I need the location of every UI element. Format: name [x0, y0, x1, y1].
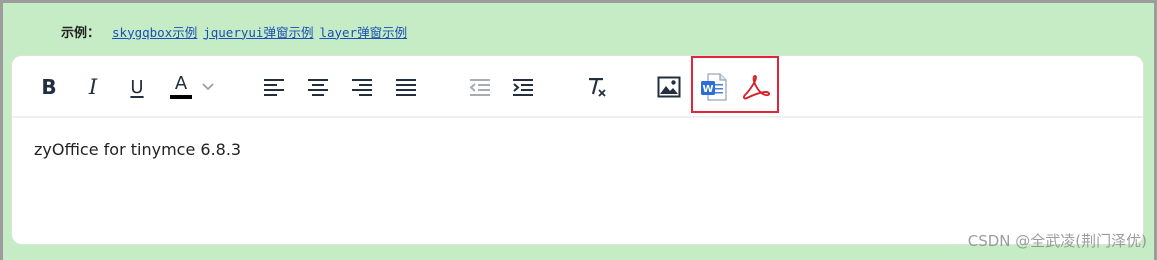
align-justify-icon [396, 79, 416, 96]
outdent-button[interactable] [463, 70, 497, 104]
import-word-button[interactable]: W [696, 70, 730, 104]
clear-formatting-button[interactable] [580, 70, 614, 104]
align-right-icon [352, 79, 372, 96]
editor-content[interactable]: zyOffice for tinymce 6.8.3 [34, 140, 241, 159]
indent-icon [513, 79, 533, 96]
align-right-button[interactable] [345, 70, 379, 104]
align-left-button[interactable] [257, 70, 291, 104]
link-skygqbox-example[interactable]: skygqbox示例 [112, 22, 197, 41]
image-icon [657, 76, 681, 98]
italic-button[interactable]: I [76, 70, 110, 104]
clear-formatting-icon [589, 78, 606, 97]
editor-toolbar: B I U A W [12, 56, 1143, 118]
font-color-button[interactable]: A [164, 70, 224, 104]
justify-button[interactable] [389, 70, 423, 104]
indent-button[interactable] [506, 70, 540, 104]
examples-label: 示例： [61, 25, 101, 41]
bold-button[interactable]: B [32, 70, 66, 104]
pdf-icon [743, 75, 770, 100]
underline-button[interactable]: U [120, 70, 154, 104]
insert-image-button[interactable] [652, 70, 686, 104]
link-jqueryui-example[interactable]: jqueryui弹窗示例 [203, 22, 313, 41]
italic-icon: I [88, 75, 98, 99]
align-left-icon [264, 79, 284, 96]
window-frame-top [0, 0, 1157, 3]
bold-icon: B [41, 75, 57, 99]
align-center-button[interactable] [301, 70, 335, 104]
link-layer-example[interactable]: layer弹窗示例 [319, 22, 407, 41]
examples-bar: 示例： skygqbox示例 jqueryui弹窗示例 layer弹窗示例 [61, 20, 407, 42]
watermark: CSDN @全武凌(荆门泽优) [967, 232, 1147, 250]
tinymce-editor: B I U A W zyOffice for tinymce 6.8.3 [12, 56, 1143, 244]
svg-text:W: W [702, 84, 713, 95]
align-center-icon [308, 79, 328, 96]
window-frame-left [0, 0, 3, 260]
chevron-down-icon[interactable] [202, 83, 214, 91]
outdent-icon [469, 79, 490, 96]
font-color-icon: A [170, 75, 192, 99]
import-pdf-button[interactable] [740, 70, 774, 104]
underline-icon: U [130, 76, 144, 98]
word-icon: W [701, 73, 727, 101]
